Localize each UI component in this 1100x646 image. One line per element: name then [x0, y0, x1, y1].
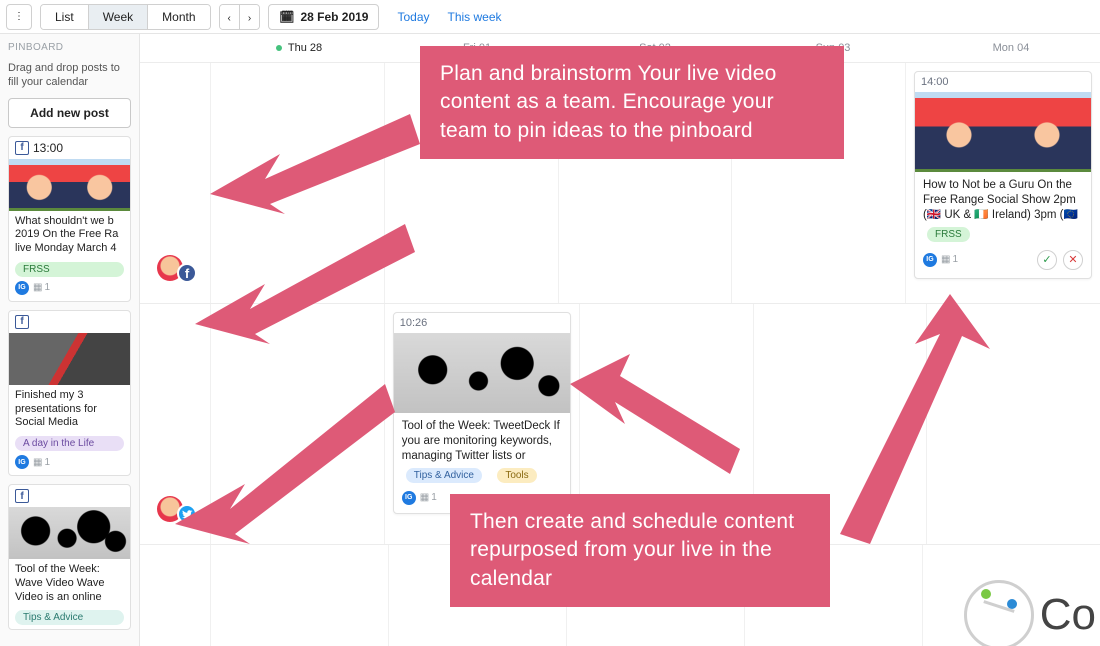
- post-time: 14:00: [915, 72, 1091, 92]
- post-badge: Tools: [497, 468, 536, 483]
- attachment-count: ▦ 1: [420, 492, 437, 503]
- prev-button[interactable]: ‹: [220, 5, 240, 29]
- attachment-count: ▦ 1: [33, 282, 50, 293]
- facebook-icon: f: [15, 315, 29, 329]
- pin-badge: FRSS: [15, 262, 124, 277]
- current-date: 28 Feb 2019: [300, 10, 368, 24]
- calendar-cell[interactable]: [744, 545, 922, 646]
- row-gutter: f: [140, 63, 210, 303]
- author-avatar: IG: [15, 281, 29, 295]
- calendar-cell[interactable]: [384, 63, 558, 303]
- calendar-cell[interactable]: [579, 304, 753, 544]
- day-header: Mon 04: [922, 42, 1100, 54]
- pinboard-sidebar: PINBOARD Drag and drop posts to fill you…: [0, 34, 140, 646]
- calendar-cell[interactable]: [753, 304, 927, 544]
- pin-card[interactable]: f Finished my 3 presentations for Social…: [8, 310, 131, 476]
- facebook-icon: f: [15, 141, 29, 155]
- approve-button[interactable]: ✓: [1037, 250, 1057, 270]
- pin-time: 13:00: [33, 141, 63, 155]
- pin-text: Finished my 3 presentations for Social M…: [9, 385, 130, 434]
- calendar-cell[interactable]: [388, 545, 566, 646]
- calendar-cell[interactable]: [210, 63, 384, 303]
- pin-thumbnail: [9, 507, 130, 559]
- day-header: Thu 28: [210, 42, 388, 54]
- pin-card[interactable]: f Tool of the Week: Wave Video Wave Vide…: [8, 484, 131, 630]
- author-avatar: IG: [923, 253, 937, 267]
- facebook-badge-icon: f: [177, 263, 197, 283]
- logo-text: Co: [1040, 590, 1096, 640]
- calendar-cell[interactable]: 14:00 How to Not be a Guru On the Free R…: [905, 63, 1100, 303]
- pin-text: Tool of the Week: Wave Video Wave Video …: [9, 559, 130, 608]
- day-header: Sun 03: [744, 42, 922, 54]
- post-thumbnail: [915, 92, 1091, 172]
- facebook-icon: f: [15, 489, 29, 503]
- attachment-count: ▦ 1: [941, 254, 958, 265]
- post-text: How to Not be a Guru On the Free Range S…: [915, 172, 1091, 225]
- calendar-cell[interactable]: [210, 304, 384, 544]
- calendar-cell[interactable]: [566, 545, 744, 646]
- post-text: Tool of the Week: TweetDeck If you are m…: [394, 413, 570, 466]
- date-picker-button[interactable]: 🗓 28 Feb 2019: [268, 4, 379, 30]
- post-badge: Tips & Advice: [406, 468, 482, 483]
- this-week-link[interactable]: This week: [448, 10, 502, 24]
- author-avatar: IG: [15, 455, 29, 469]
- channel-stack[interactable]: f: [157, 255, 193, 283]
- pinboard-title: PINBOARD: [8, 42, 131, 53]
- pin-text: What shouldn't we b 2019 On the Free Ra …: [9, 211, 130, 260]
- post-badge: FRSS: [927, 227, 970, 242]
- pin-thumbnail: [9, 159, 130, 211]
- day-headers: Thu 28 Fri 01 Sat 02 Sun 03 Mon 04: [140, 34, 1100, 62]
- post-card-guru[interactable]: 14:00 How to Not be a Guru On the Free R…: [914, 71, 1092, 279]
- post-thumbnail: [394, 333, 570, 413]
- calendar-cell[interactable]: [210, 545, 388, 646]
- pin-card[interactable]: f 13:00 What shouldn't we b 2019 On the …: [8, 136, 131, 302]
- twitter-badge-icon: [177, 504, 197, 524]
- view-switcher: List Week Month: [40, 4, 211, 30]
- row-gutter: [140, 545, 210, 646]
- today-link[interactable]: Today: [397, 10, 429, 24]
- next-button[interactable]: ›: [240, 5, 259, 29]
- day-header: Fri 01: [388, 42, 566, 54]
- view-month-button[interactable]: Month: [148, 5, 209, 29]
- day-header: Sat 02: [566, 42, 744, 54]
- calendar: Thu 28 Fri 01 Sat 02 Sun 03 Mon 04 f: [140, 34, 1100, 646]
- logo-mark-icon: [964, 580, 1034, 646]
- attachment-count: ▦ 1: [33, 457, 50, 468]
- more-menu-button[interactable]: ⋮: [6, 4, 32, 30]
- view-list-button[interactable]: List: [41, 5, 89, 29]
- pin-badge: Tips & Advice: [15, 610, 124, 625]
- pinboard-help: Drag and drop posts to fill your calenda…: [8, 61, 131, 90]
- calendar-row: [140, 544, 1100, 584]
- app-logo: Co: [964, 580, 1096, 646]
- pin-badge: A day in the Life: [15, 436, 124, 451]
- view-week-button[interactable]: Week: [89, 5, 148, 29]
- post-card-tool[interactable]: 10:26 Tool of the Week: TweetDeck If you…: [393, 312, 571, 514]
- channel-stack[interactable]: [157, 496, 193, 524]
- calendar-cell[interactable]: [558, 63, 732, 303]
- add-new-post-button[interactable]: Add new post: [8, 98, 131, 128]
- calendar-cell[interactable]: [926, 304, 1100, 544]
- calendar-cell[interactable]: [731, 63, 905, 303]
- toolbar: ⋮ List Week Month ‹ › 🗓 28 Feb 2019 Toda…: [0, 0, 1100, 34]
- author-avatar: IG: [402, 491, 416, 505]
- calendar-icon: 🗓: [279, 10, 294, 24]
- calendar-cell[interactable]: 10:26 Tool of the Week: TweetDeck If you…: [384, 304, 579, 544]
- row-gutter: [140, 304, 210, 544]
- pin-thumbnail: [9, 333, 130, 385]
- calendar-row: 10:26 Tool of the Week: TweetDeck If you…: [140, 303, 1100, 544]
- post-time: 10:26: [394, 313, 570, 333]
- calendar-row: f 14:00 How to Not be a Guru On the Free…: [140, 62, 1100, 303]
- reject-button[interactable]: ✕: [1063, 250, 1083, 270]
- nav-arrows: ‹ ›: [219, 4, 261, 30]
